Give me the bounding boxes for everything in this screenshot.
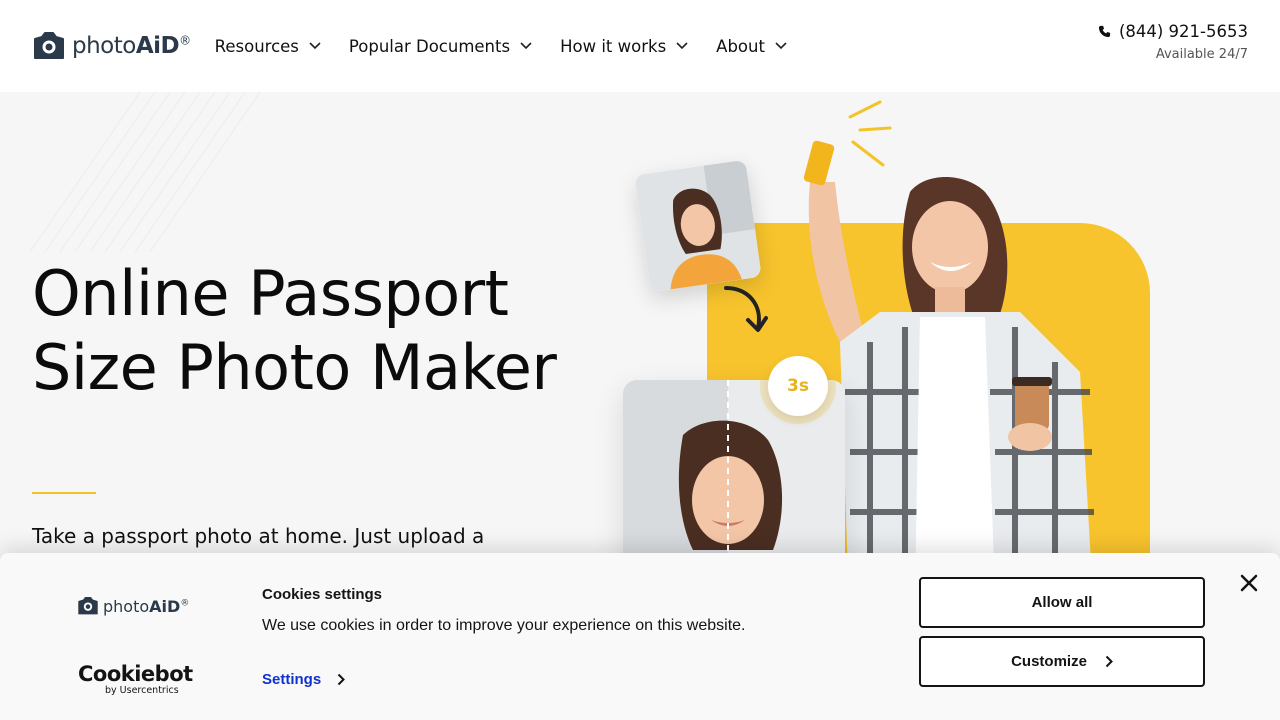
contact-block: (844) 921-5653 Available 24/7	[1098, 22, 1248, 62]
title-underline	[32, 492, 96, 494]
cookie-description: We use cookies in order to improve your …	[262, 617, 746, 634]
cookie-title: Cookies settings	[262, 586, 383, 603]
original-photo-thumbnail	[634, 159, 762, 293]
chevron-down-icon	[309, 42, 321, 50]
allow-all-button[interactable]: Allow all	[919, 577, 1205, 628]
decorative-stripes	[30, 92, 261, 252]
phone-icon	[1098, 25, 1111, 38]
cookie-banner-logo: photoAiD®	[77, 596, 189, 616]
cookie-banner: photoAiD® Cookiebot by Usercentrics Cook…	[0, 553, 1280, 720]
cookiebot-logo[interactable]: Cookiebot by Usercentrics	[78, 663, 193, 696]
processing-time-badge: 3s	[768, 356, 828, 416]
logo-text: photoAiD®	[72, 33, 191, 59]
chevron-right-icon	[337, 673, 346, 686]
nav-how-it-works[interactable]: How it works	[560, 37, 688, 56]
cookie-settings-link[interactable]: Settings	[262, 671, 346, 688]
nav-popular-documents[interactable]: Popular Documents	[349, 37, 532, 56]
camera-icon	[34, 32, 64, 59]
site-header: photoAiD® Resources Popular Documents Ho…	[0, 0, 1280, 92]
hero-subtitle: Take a passport photo at home. Just uplo…	[32, 524, 485, 548]
close-icon[interactable]	[1239, 573, 1259, 593]
hero-title: Online Passport Size Photo Maker	[32, 257, 557, 404]
phone-link[interactable]: (844) 921-5653	[1098, 22, 1248, 41]
photoaid-logo[interactable]: photoAiD®	[32, 26, 191, 66]
customize-button[interactable]: Customize	[919, 636, 1205, 687]
chevron-down-icon	[775, 42, 787, 50]
nav-about[interactable]: About	[716, 37, 787, 56]
chevron-right-icon	[1105, 655, 1113, 668]
nav-resources[interactable]: Resources	[215, 37, 321, 56]
availability-text: Available 24/7	[1155, 47, 1248, 62]
chevron-down-icon	[520, 42, 532, 50]
camera-icon	[78, 596, 98, 615]
sparkle-lines	[848, 100, 892, 167]
chevron-down-icon	[676, 42, 688, 50]
main-nav: Resources Popular Documents How it works…	[215, 37, 787, 56]
curved-arrow-icon	[724, 286, 768, 332]
